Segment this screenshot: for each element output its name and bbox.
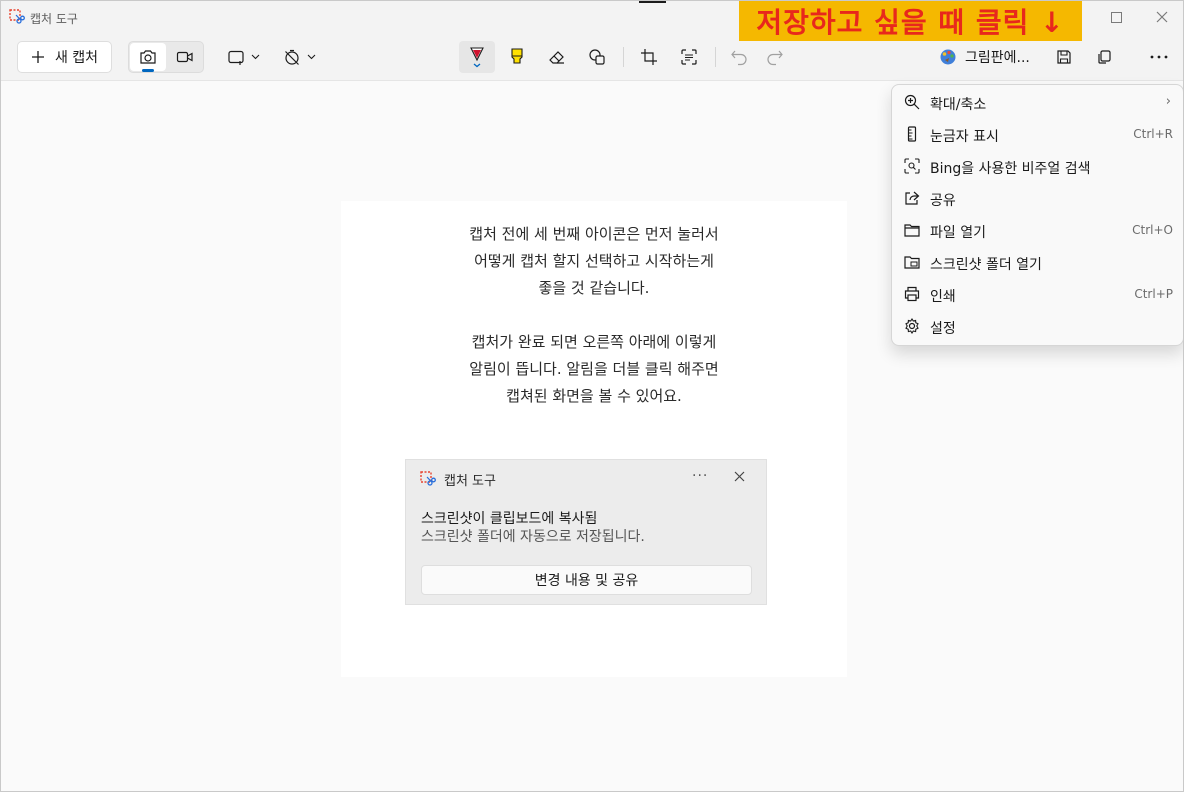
see-more-menu: 확대/축소 › 눈금자 표시 Ctrl+R Bing을 사용한 비주얼 검색 공… [891, 84, 1183, 346]
menu-item-settings[interactable]: 설정 [896, 310, 1181, 342]
menu-item-label: 인쇄 [930, 289, 956, 305]
toast-body: 스크린샷 폴더에 자동으로 저장됩니다. [421, 529, 645, 545]
menu-item-label: 공유 [930, 193, 956, 209]
close-icon [1156, 11, 1168, 23]
save-icon [1057, 50, 1071, 64]
highlighter-button[interactable] [499, 41, 535, 73]
menu-item-ruler[interactable]: 눈금자 표시 Ctrl+R [896, 118, 1181, 150]
menu-item-screenshot-folder[interactable]: 스크린샷 폴더 열기 [896, 246, 1181, 278]
folder-icon [904, 222, 920, 238]
camera-icon [140, 50, 156, 64]
menu-item-open-file[interactable]: 파일 열기 Ctrl+O [896, 214, 1181, 246]
toast-app-name: 캡처 도구 [444, 474, 496, 489]
timer-dropdown[interactable] [281, 41, 319, 73]
open-in-paint-label: 그림판에... [965, 50, 1030, 66]
new-capture-button[interactable]: 새 캡처 [17, 41, 112, 73]
toast-title: 스크린샷이 클립보드에 복사됨 [421, 511, 598, 527]
close-button[interactable] [1139, 1, 1183, 33]
copy-icon [1098, 50, 1111, 64]
maximize-icon [1110, 11, 1122, 23]
menu-item-shortcut: Ctrl+P [1134, 287, 1173, 301]
maximize-button[interactable] [1093, 1, 1139, 33]
active-mode-indicator [142, 69, 154, 72]
menu-item-label: 파일 열기 [930, 225, 986, 241]
more-icon [1150, 55, 1168, 59]
open-in-paint-button[interactable]: 그림판에... [931, 41, 1035, 73]
text-actions-icon [681, 49, 697, 65]
menu-item-label: Bing을 사용한 비주얼 검색 [930, 161, 1091, 177]
ruler-icon [904, 126, 920, 142]
shapes-button[interactable] [579, 41, 615, 73]
menu-item-print[interactable]: 인쇄 Ctrl+P [896, 278, 1181, 310]
zoom-icon [904, 94, 920, 110]
instruction-line: 어떻게 캡처 할지 선택하고 시작하는게 [474, 252, 714, 270]
canvas-area: 캡처 전에 세 번째 아이콘은 먼저 눌러서 어떻게 캡처 할지 선택하고 시작… [341, 201, 847, 677]
menu-item-zoom[interactable]: 확대/축소 › [896, 86, 1181, 118]
menu-item-label: 설정 [930, 321, 956, 337]
snipping-tool-window: 캡처 도구 저장하고 싶을 때 클릭 ↓ 새 캡처 그림판에... 캡처 전에 … [0, 0, 1184, 792]
window-title: 캡처 도구 [30, 12, 78, 26]
toast-edit-share-button[interactable]: 변경 내용 및 공유 [421, 565, 752, 595]
highlighter-icon [511, 48, 523, 64]
instruction-line: 캡처가 완료 되면 오른쪽 아래에 이렇게 [471, 333, 717, 351]
see-more-button[interactable] [1141, 41, 1177, 73]
paint-app-icon [940, 49, 956, 65]
instruction-paragraph-2: 캡처가 완료 되면 오른쪽 아래에 이렇게 알림이 뜹니다. 알림을 더블 클릭… [341, 329, 847, 410]
toast-more-button[interactable]: ··· [692, 468, 708, 484]
toolbar-divider [715, 47, 716, 67]
video-mode-button[interactable] [167, 43, 203, 71]
menu-item-shortcut: Ctrl+R [1133, 127, 1173, 141]
close-icon [734, 471, 745, 482]
menu-item-label: 스크린샷 폴더 열기 [930, 257, 1042, 273]
screenshot-mode-button[interactable] [130, 43, 166, 72]
video-icon [176, 51, 193, 63]
toast-close-button[interactable] [734, 471, 745, 486]
shapes-icon [589, 49, 605, 65]
notification-toast[interactable]: 캡처 도구 ··· 스크린샷이 클립보드에 복사됨 스크린샷 폴더에 자동으로 … [405, 459, 767, 605]
crop-icon [641, 49, 657, 65]
settings-icon [904, 318, 920, 334]
menu-item-label: 확대/축소 [930, 97, 987, 113]
eraser-button[interactable] [539, 41, 575, 73]
snipping-tool-app-icon [420, 471, 436, 487]
text-actions-button[interactable] [671, 41, 707, 73]
snip-shape-dropdown[interactable] [225, 41, 263, 73]
redo-button[interactable] [757, 41, 793, 73]
redo-icon [767, 50, 783, 66]
copy-button[interactable] [1086, 41, 1122, 73]
title-bar-accent [639, 1, 666, 3]
visual-search-icon [904, 158, 920, 174]
capture-mode-toggle [128, 41, 204, 73]
menu-item-share[interactable]: 공유 [896, 182, 1181, 214]
menu-item-visual-search[interactable]: Bing을 사용한 비주얼 검색 [896, 150, 1181, 182]
save-hint-annotation: 저장하고 싶을 때 클릭 ↓ [739, 1, 1082, 41]
instruction-line: 좋을 것 같습니다. [538, 279, 650, 297]
menu-item-shortcut: Ctrl+O [1132, 223, 1173, 237]
plus-icon [31, 51, 44, 63]
instruction-paragraph-1: 캡처 전에 세 번째 아이콘은 먼저 눌러서 어떻게 캡처 할지 선택하고 시작… [341, 221, 847, 302]
pen-icon [470, 47, 484, 68]
printer-icon [904, 286, 920, 302]
toolbar-divider [623, 47, 624, 67]
crop-button[interactable] [631, 41, 667, 73]
chevron-right-icon: › [1165, 94, 1171, 109]
new-capture-label: 새 캡처 [54, 50, 99, 66]
undo-button[interactable] [721, 41, 757, 73]
snipping-tool-app-icon [9, 9, 25, 25]
menu-item-label: 눈금자 표시 [930, 129, 999, 145]
undo-icon [731, 50, 747, 66]
no-timer-icon [285, 49, 316, 65]
instruction-line: 캡처 전에 세 번째 아이콘은 먼저 눌러서 [469, 225, 719, 243]
ballpoint-pen-button[interactable] [459, 41, 495, 73]
share-icon [904, 190, 920, 206]
eraser-icon [549, 51, 564, 64]
screenshot-folder-icon [904, 254, 920, 270]
save-button[interactable] [1046, 41, 1082, 73]
instruction-line: 캡쳐된 화면을 볼 수 있어요. [506, 387, 682, 405]
instruction-line: 알림이 뜹니다. 알림을 더블 클릭 해주면 [469, 360, 719, 378]
rect-select-icon [228, 50, 260, 65]
